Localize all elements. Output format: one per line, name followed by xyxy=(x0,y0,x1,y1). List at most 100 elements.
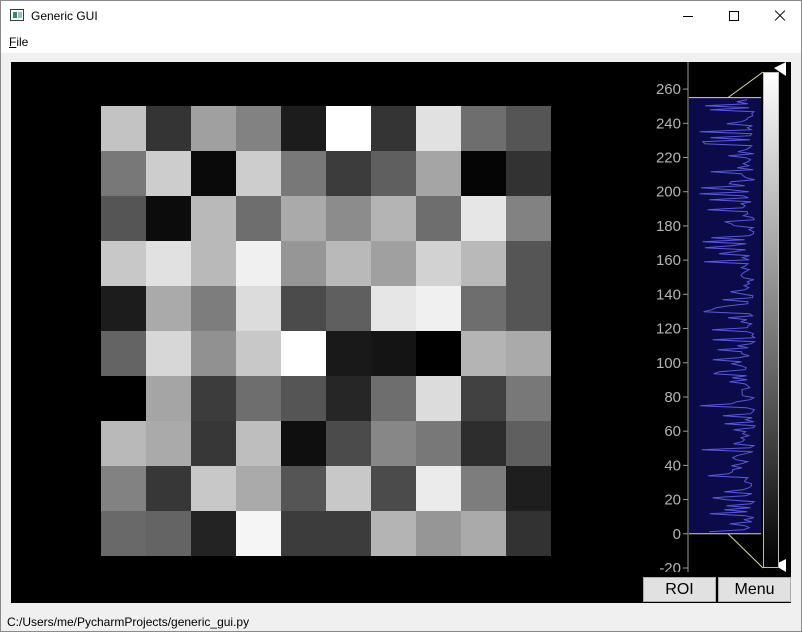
image-pixel xyxy=(371,196,416,241)
histogram-lut-widget[interactable]: 260 240 220 200 180 160 140 120 100 80 60 40 20 0 -20 xyxy=(631,62,791,572)
image-pixel xyxy=(506,241,551,286)
image-pixel xyxy=(146,376,191,421)
image-pixel xyxy=(191,106,236,151)
close-button[interactable] xyxy=(757,1,801,31)
image-pixel xyxy=(236,286,281,331)
image-pixel xyxy=(461,376,506,421)
image-pixel xyxy=(236,331,281,376)
menu-file-label: ile xyxy=(16,35,29,49)
image-pixel xyxy=(461,106,506,151)
image-pixel xyxy=(326,106,371,151)
image-pixel xyxy=(191,466,236,511)
image-pixel xyxy=(416,421,461,466)
gradient-editor[interactable] xyxy=(763,72,779,568)
image-pixel xyxy=(191,511,236,556)
image-pixel xyxy=(416,106,461,151)
image-pixel xyxy=(281,466,326,511)
image-pixel xyxy=(236,376,281,421)
image-pixel xyxy=(416,241,461,286)
image-pixel xyxy=(371,511,416,556)
image-pixel xyxy=(101,241,146,286)
image-pixel xyxy=(191,241,236,286)
image-pixel xyxy=(506,511,551,556)
image-pixel xyxy=(416,196,461,241)
histogram-axis-tick-label: 120 xyxy=(656,321,681,338)
image-view[interactable]: 260 240 220 200 180 160 140 120 100 80 60 40 20 0 -20 … xyxy=(11,62,791,603)
image-pixel xyxy=(281,241,326,286)
image-pixel xyxy=(281,151,326,196)
histogram-axis-tick-label: 220 xyxy=(656,150,681,167)
image-pixel xyxy=(326,511,371,556)
image-pixel xyxy=(281,331,326,376)
image-pixel xyxy=(416,511,461,556)
image-pixel xyxy=(236,466,281,511)
maximize-button[interactable] xyxy=(711,1,757,31)
image-pixel xyxy=(191,376,236,421)
image-pixel xyxy=(146,196,191,241)
image-pixel xyxy=(101,511,146,556)
histogram-axis-tick-label: 200 xyxy=(656,184,681,201)
image-pixel xyxy=(236,106,281,151)
image-pixel xyxy=(191,196,236,241)
image-pixel xyxy=(461,421,506,466)
image-pixel xyxy=(146,106,191,151)
image-pixel xyxy=(371,241,416,286)
image-pixel xyxy=(371,151,416,196)
menu-button[interactable]: Menu xyxy=(718,577,791,602)
histogram-axis-tick-label: 260 xyxy=(656,81,681,98)
image-pixel xyxy=(326,151,371,196)
histogram-axis-tick-label: 140 xyxy=(656,286,681,303)
image-pixel xyxy=(416,376,461,421)
image-pixel xyxy=(101,286,146,331)
roi-button[interactable]: ROI xyxy=(643,577,716,602)
histogram-axis-tick-label: 80 xyxy=(664,389,681,406)
menu-bar: File xyxy=(1,31,801,54)
histogram-axis-tick-label: 40 xyxy=(664,457,681,474)
image-pixel xyxy=(101,466,146,511)
image-pixel xyxy=(371,376,416,421)
image-pixel xyxy=(506,196,551,241)
title-bar[interactable]: Generic GUI xyxy=(1,1,801,31)
image-pixel xyxy=(326,466,371,511)
histogram-axis-tick-label: 160 xyxy=(656,252,681,269)
minimize-button[interactable] xyxy=(665,1,711,31)
image-pixel xyxy=(281,196,326,241)
image-pixel xyxy=(101,331,146,376)
histogram-axis-tick-label: 60 xyxy=(664,423,681,440)
image-pixel xyxy=(461,241,506,286)
image-pixel xyxy=(101,151,146,196)
image-pixel xyxy=(416,286,461,331)
main-window: Generic GUI File 260 240 220 200 180 160 140 12… xyxy=(0,0,802,632)
level-max-connector xyxy=(727,71,764,99)
histogram-axis-tick-label: -20 xyxy=(659,560,681,572)
image-pixel xyxy=(281,421,326,466)
status-bar-path: C:/Users/me/PycharmProjects/generic_gui.… xyxy=(7,615,250,629)
image-pixel xyxy=(101,106,146,151)
image-pixel xyxy=(416,151,461,196)
image-pixel xyxy=(146,466,191,511)
menu-file[interactable]: File xyxy=(9,35,28,49)
image-pixel xyxy=(326,286,371,331)
level-min-connector xyxy=(727,533,764,569)
image-pixel xyxy=(101,196,146,241)
image-item[interactable] xyxy=(101,106,551,556)
histogram-axis-tick-label: 240 xyxy=(656,115,681,132)
image-pixel xyxy=(146,511,191,556)
image-pixel xyxy=(461,466,506,511)
image-pixel xyxy=(461,286,506,331)
image-pixel xyxy=(191,151,236,196)
image-pixel xyxy=(146,421,191,466)
image-pixel xyxy=(506,106,551,151)
image-pixel xyxy=(101,421,146,466)
image-pixel xyxy=(146,151,191,196)
histogram-axis-tick-label: 0 xyxy=(673,526,681,543)
image-pixel xyxy=(371,106,416,151)
image-pixel xyxy=(101,376,146,421)
histogram-axis-tick-label: 100 xyxy=(656,355,681,372)
image-pixel xyxy=(191,331,236,376)
image-pixel xyxy=(236,511,281,556)
image-pixel xyxy=(506,331,551,376)
image-pixel xyxy=(146,286,191,331)
image-pixel xyxy=(371,331,416,376)
image-pixel xyxy=(191,286,236,331)
